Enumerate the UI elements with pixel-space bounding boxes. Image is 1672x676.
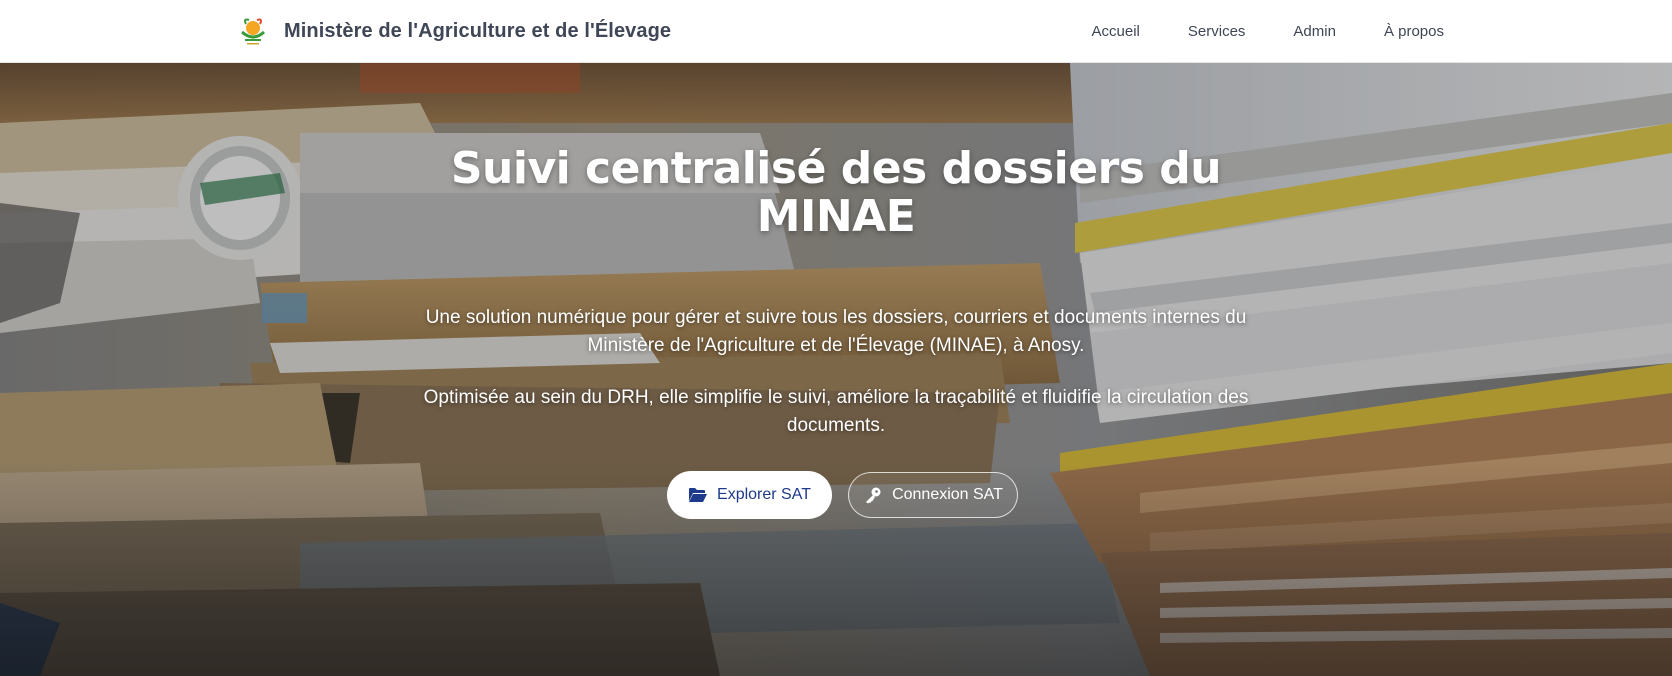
main-nav: Accueil Services Admin À propos [1092, 0, 1444, 62]
nav-services[interactable]: Services [1188, 23, 1246, 40]
hero-title: Suivi centralisé des dossiers du MINAE [450, 143, 1222, 242]
explore-sat-button[interactable]: Explorer SAT [667, 471, 832, 519]
brand-title: Ministère de l'Agriculture et de l'Éleva… [284, 19, 672, 42]
nav-a-propos[interactable]: À propos [1384, 23, 1444, 40]
connexion-sat-label: Connexion SAT [892, 486, 1003, 503]
nav-accueil[interactable]: Accueil [1092, 23, 1140, 40]
hero-section: Suivi centralisé des dossiers du MINAE U… [0, 63, 1672, 676]
hero-description: Une solution numérique pour gérer et sui… [425, 307, 1247, 356]
explore-sat-label: Explorer SAT [717, 486, 811, 503]
hero-subdescription: Optimisée au sein du DRH, elle simplifie… [423, 387, 1249, 436]
hero-content: Suivi centralisé des dossiers du MINAE U… [0, 63, 1672, 676]
nav-admin[interactable]: Admin [1293, 23, 1336, 40]
connexion-sat-button[interactable]: Connexion SAT [848, 472, 1018, 518]
key-icon [863, 486, 883, 504]
top-navbar: Ministère de l'Agriculture et de l'Éleva… [0, 0, 1672, 63]
folder-open-icon [688, 486, 708, 504]
brand[interactable]: Ministère de l'Agriculture et de l'Éleva… [236, 14, 671, 48]
ministry-emblem-icon [236, 14, 270, 48]
